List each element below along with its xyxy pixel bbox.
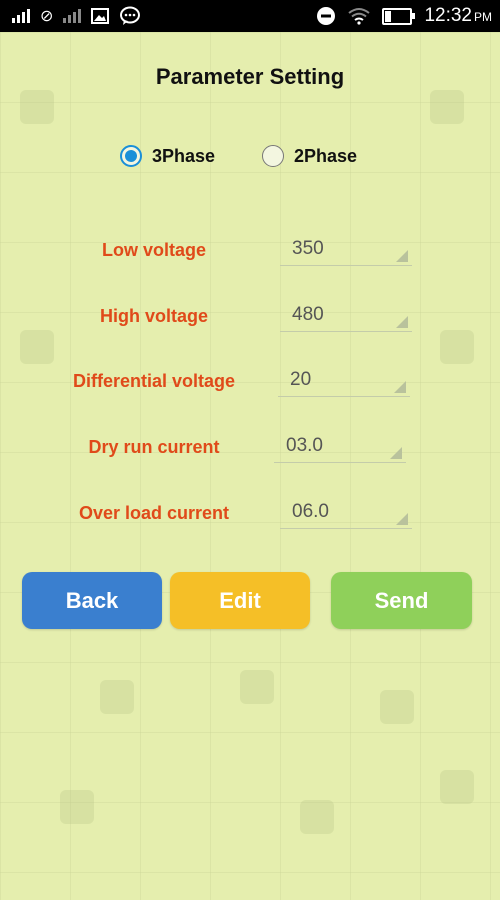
tractor-icon (100, 680, 134, 714)
back-button[interactable]: Back (22, 572, 162, 629)
param-label: Differential voltage (72, 371, 236, 391)
param-label: Over load current (78, 503, 230, 523)
farm-icon (380, 690, 414, 724)
signal-icon (12, 9, 30, 23)
farm-icon (430, 90, 464, 124)
radio-label: 3Phase (152, 145, 216, 166)
radio-label: 2Phase (294, 145, 358, 166)
high-voltage-input[interactable]: 480 (280, 300, 412, 332)
dry-run-current-input[interactable]: 03.0 (274, 431, 406, 463)
radio-selected-icon[interactable] (120, 145, 142, 167)
param-row-low-voltage: Low voltage 350 (0, 232, 500, 272)
radio-unselected-icon[interactable] (262, 145, 284, 167)
send-button[interactable]: Send (331, 572, 472, 629)
over-load-current-input[interactable]: 06.0 (280, 497, 412, 529)
tractor-icon (240, 670, 274, 704)
param-row-differential-voltage: Differential voltage 20 (0, 363, 500, 403)
param-row-over-load-current: Over load current 06.0 (0, 495, 500, 535)
image-icon (91, 8, 110, 24)
fruit-icon (440, 770, 474, 804)
low-voltage-input[interactable]: 350 (280, 234, 412, 266)
differential-voltage-input[interactable]: 20 (278, 365, 410, 397)
param-label: Low voltage (101, 240, 206, 260)
clock: 12:32 PM (424, 5, 492, 26)
param-row-dry-run-current: Dry run current 03.0 (0, 429, 500, 469)
edit-button[interactable]: Edit (170, 572, 310, 629)
signal-icon (63, 9, 82, 23)
battery-icon (382, 7, 416, 25)
chat-icon (120, 6, 141, 25)
param-label: High voltage (99, 306, 208, 326)
no-sim-icon: ⊘ (40, 8, 54, 25)
page-title: Parameter Setting (155, 64, 345, 89)
wifi-icon (348, 8, 371, 25)
farm-icon (20, 90, 54, 124)
fruit-icon (300, 800, 334, 834)
status-bar: ⊘ 12:32 PM (0, 0, 500, 32)
param-row-high-voltage: High voltage 480 (0, 298, 500, 338)
farmer-icon (60, 790, 94, 824)
radio-2phase[interactable]: 2Phase (262, 145, 357, 167)
radio-3phase[interactable]: 3Phase (120, 145, 215, 167)
do-not-disturb-icon (317, 7, 336, 25)
